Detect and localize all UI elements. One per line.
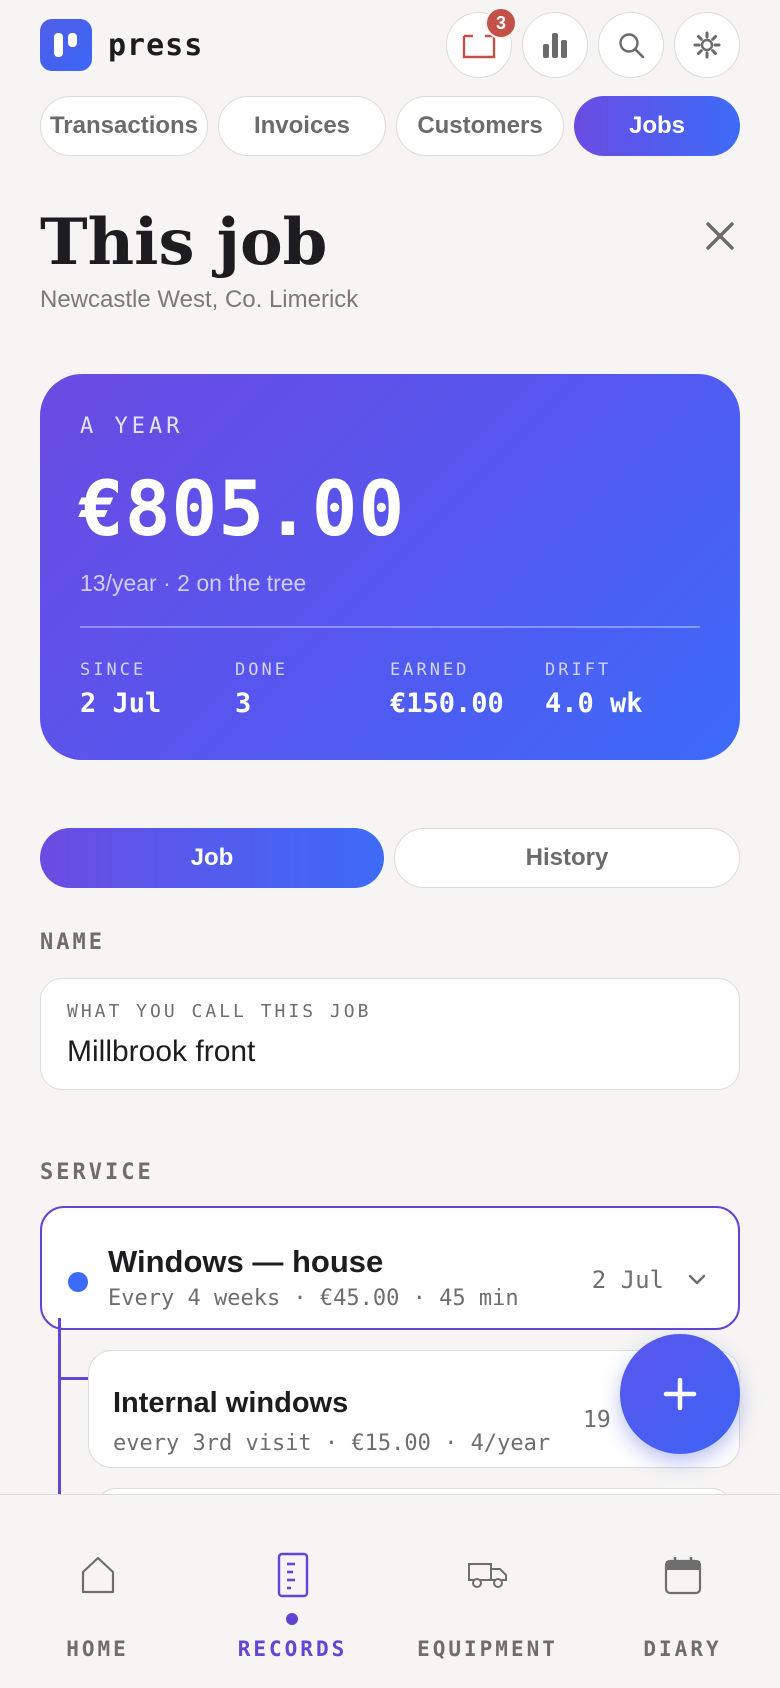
bottom-nav: HOME RECORDS EQUIPMENT DIARY	[0, 1494, 780, 1688]
search-button[interactable]	[598, 12, 664, 78]
stat-key: DRIFT	[545, 660, 612, 680]
job-location: Newcastle West, Co. Limerick	[40, 286, 359, 313]
service-title: Windows — house	[108, 1244, 384, 1279]
field-caption: WHAT YOU CALL THIS JOB	[67, 1001, 372, 1022]
tab-transactions[interactable]: Transactions	[40, 96, 208, 156]
settings-button[interactable]	[674, 12, 740, 78]
tree-branch	[58, 1377, 88, 1380]
inbox-button[interactable]: 3	[446, 7, 517, 78]
stats-button[interactable]	[522, 12, 588, 78]
top-actions: 3	[446, 7, 740, 78]
add-button[interactable]	[620, 1334, 740, 1454]
stat-key: SINCE	[80, 660, 147, 680]
tab-invoices[interactable]: Invoices	[218, 96, 386, 156]
gear-icon	[693, 31, 721, 59]
stat-drift: DRIFT 4.0 wk	[545, 660, 643, 719]
nav-label: RECORDS	[237, 1637, 348, 1661]
job-name-field[interactable]: WHAT YOU CALL THIS JOB Millbrook front	[40, 978, 740, 1090]
card-divider	[80, 626, 700, 628]
tab-jobs[interactable]: Jobs	[574, 96, 740, 156]
stat-value: 2 Jul	[80, 688, 162, 719]
stat-value: €150.00	[390, 688, 504, 719]
chevron-down-icon[interactable]	[686, 1268, 708, 1290]
tab-customers[interactable]: Customers	[396, 96, 564, 156]
summary-card: A YEAR €805.00 13/year · 2 on the tree S…	[40, 374, 740, 760]
brand-name: press	[108, 27, 204, 63]
nav-home[interactable]: HOME	[0, 1547, 195, 1661]
nav-label: DIARY	[643, 1637, 722, 1661]
records-icon	[277, 1552, 308, 1598]
nav-label: HOME	[66, 1637, 129, 1661]
service-status-dot	[68, 1272, 88, 1292]
close-button[interactable]	[700, 216, 740, 256]
calendar-icon	[664, 1557, 701, 1595]
page-title: This job	[40, 205, 328, 280]
home-icon	[81, 1556, 114, 1594]
stat-key: EARNED	[390, 660, 470, 680]
truck-icon	[467, 1563, 507, 1588]
nav-records[interactable]: RECORDS	[195, 1547, 390, 1661]
notification-badge: 3	[485, 7, 517, 39]
stat-key: DONE	[235, 660, 288, 680]
service-card[interactable]: Windows — house Every 4 weeks · €45.00 ·…	[40, 1206, 740, 1330]
name-section-label: NAME	[40, 930, 105, 955]
active-indicator	[286, 1613, 298, 1625]
sub-service-title: Internal windows	[113, 1387, 349, 1419]
summary-subtext: 13/year · 2 on the tree	[80, 570, 307, 596]
view-toggle: Job History	[40, 828, 740, 888]
bar-chart-icon	[543, 33, 567, 58]
close-icon	[706, 222, 734, 250]
search-icon	[619, 33, 645, 59]
toggle-job[interactable]: Job	[40, 828, 384, 888]
app-logo	[40, 19, 92, 71]
section-tabs: Transactions Invoices Customers Jobs	[40, 96, 740, 156]
stat-value: 4.0 wk	[545, 688, 643, 719]
nav-equipment[interactable]: EQUIPMENT	[390, 1547, 585, 1661]
sub-service-meta: every 3rd visit · €15.00 · 4/year	[113, 1431, 551, 1456]
service-section-label: SERVICE	[40, 1160, 154, 1185]
stat-since: SINCE 2 Jul	[80, 660, 161, 719]
stat-value: 3	[235, 688, 252, 719]
job-name-value[interactable]: Millbrook front	[67, 1035, 255, 1069]
top-bar: press 3	[40, 7, 740, 78]
stat-earned: EARNED €150.00	[390, 660, 504, 719]
nav-diary[interactable]: DIARY	[585, 1547, 780, 1661]
period-label: A YEAR	[80, 414, 184, 439]
annual-amount: €805.00	[78, 464, 406, 553]
tree-connector	[58, 1318, 61, 1498]
nav-label: EQUIPMENT	[417, 1637, 558, 1661]
service-meta: Every 4 weeks · €45.00 · 45 min	[108, 1286, 519, 1311]
plus-icon	[663, 1377, 697, 1411]
service-date: 2 Jul	[591, 1266, 664, 1294]
toggle-history[interactable]: History	[394, 828, 740, 888]
stat-done: DONE 3	[235, 660, 288, 719]
